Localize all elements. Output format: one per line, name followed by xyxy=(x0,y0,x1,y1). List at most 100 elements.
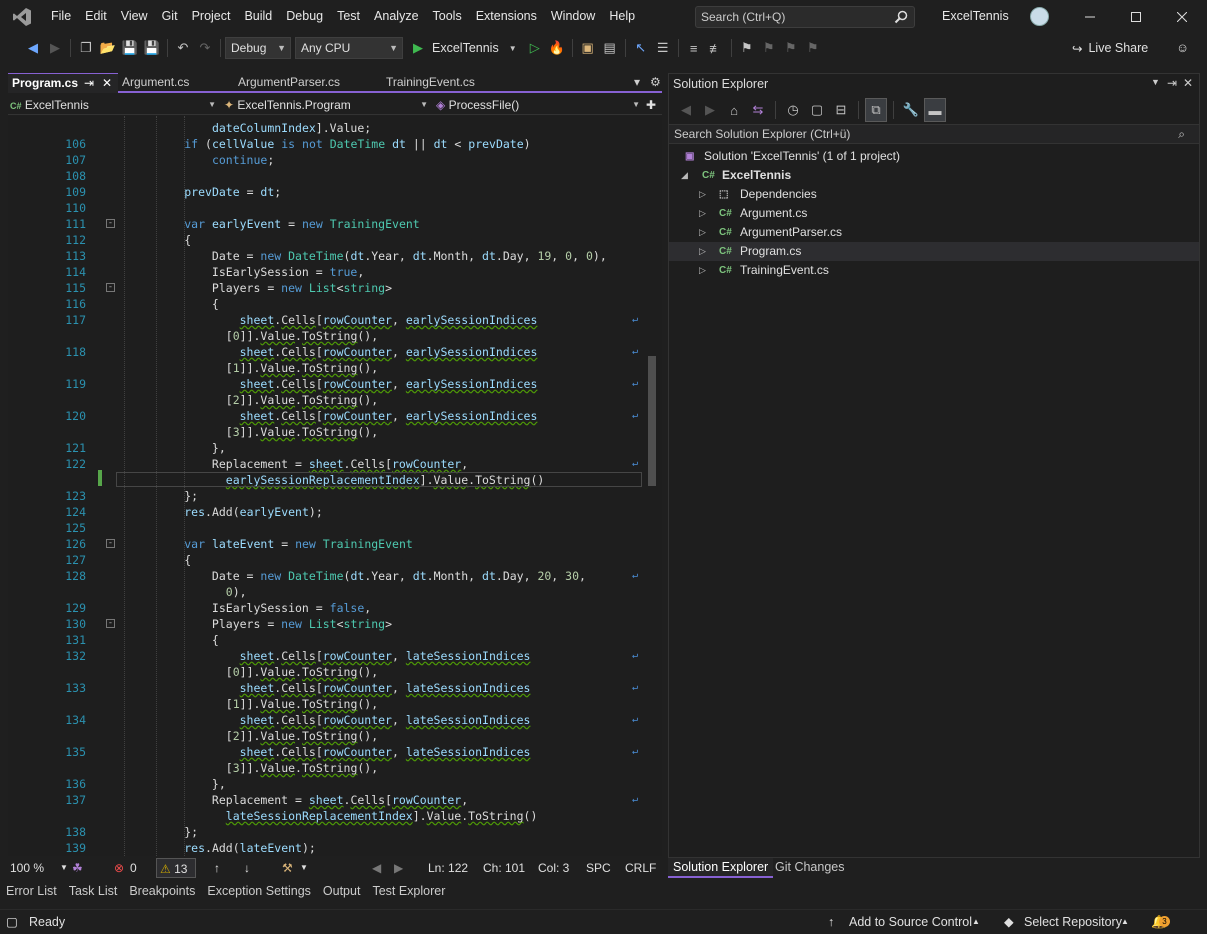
code-line[interactable]: 133 sheet.Cells[rowCounter, lateSessionI… xyxy=(8,680,648,696)
menu-edit[interactable]: Edit xyxy=(78,0,114,33)
menu-file[interactable]: File xyxy=(44,0,78,33)
select-repository-button[interactable]: Select Repository xyxy=(1024,910,1122,934)
tree-trainingevent-cs[interactable]: ▷ C# TrainingEvent.cs xyxy=(669,261,1199,280)
expanded-icon[interactable]: ◢ xyxy=(681,166,688,185)
intellicode-icon[interactable]: ☘ xyxy=(72,858,83,878)
project-dropdown[interactable]: C# ExcelTennis ▼ xyxy=(10,96,216,114)
code-line[interactable]: 131 { xyxy=(8,632,648,648)
menu-tools[interactable]: Tools xyxy=(426,0,469,33)
error-count[interactable]: 0 xyxy=(130,858,137,878)
tree-project[interactable]: ◢ C# ExcelTennis xyxy=(669,166,1199,185)
switch-views-icon[interactable]: ⇆ xyxy=(747,98,769,122)
tab-output[interactable]: Output xyxy=(317,881,367,902)
maximize-button[interactable] xyxy=(1113,0,1159,33)
member-dropdown[interactable]: ◈ ProcessFile() ▼ xyxy=(436,96,640,114)
code-line[interactable]: 112 { xyxy=(8,232,648,248)
warnings-indicator[interactable]: ⚠ 13 xyxy=(156,858,196,878)
forward-icon[interactable]: ▶ xyxy=(699,98,721,122)
solution-explorer-search[interactable]: Search Solution Explorer (Ctrl+ü) ⌕ xyxy=(669,124,1199,144)
new-project-icon[interactable]: ❐ xyxy=(75,36,97,60)
collapsed-icon[interactable]: ▷ xyxy=(699,185,706,204)
code-line[interactable]: [0]].Value.ToString(), xyxy=(8,328,648,344)
collapsed-icon[interactable]: ▷ xyxy=(699,261,706,280)
forward-icon[interactable]: ▶ xyxy=(44,36,66,60)
editor-scrollbar[interactable] xyxy=(646,116,658,856)
pin-icon[interactable]: ⇥ xyxy=(1167,76,1177,90)
save-all-icon[interactable]: 💾 xyxy=(141,36,163,60)
clear-bookmarks-icon[interactable]: ⚑ xyxy=(802,36,824,60)
collapsed-icon[interactable]: ▷ xyxy=(699,223,706,242)
prev-issue-icon[interactable]: ↑ xyxy=(214,858,220,878)
account-avatar[interactable] xyxy=(1030,7,1049,26)
pin-icon[interactable]: ⇥ xyxy=(84,74,94,93)
bookmark-icon[interactable]: ⚑ xyxy=(736,36,758,60)
collapsed-icon[interactable]: ▷ xyxy=(699,242,706,261)
tab-error-list[interactable]: Error List xyxy=(0,881,63,902)
comment-icon[interactable]: ≡ xyxy=(683,36,705,60)
gear-icon[interactable]: ⚙ xyxy=(646,73,661,93)
code-line[interactable]: 137 Replacement = sheet.Cells[rowCounter… xyxy=(8,792,648,808)
code-line[interactable]: 126 - var lateEvent = new TrainingEvent xyxy=(8,536,648,552)
feedback-icon[interactable]: ☺ xyxy=(1176,41,1189,55)
menu-project[interactable]: Project xyxy=(185,0,238,33)
chevron-down-icon[interactable]: ▼ xyxy=(300,858,308,878)
search-input[interactable]: Search (Ctrl+Q) xyxy=(695,6,915,28)
tree-argument-cs[interactable]: ▷ C# Argument.cs xyxy=(669,204,1199,223)
code-line[interactable]: 115- Players = new List<string> xyxy=(8,280,648,296)
code-line[interactable]: 111 - var earlyEvent = new TrainingEvent xyxy=(8,216,648,232)
back-icon[interactable]: ◀ xyxy=(675,98,697,122)
show-all-files-icon[interactable]: ⧉ xyxy=(865,98,887,122)
code-line[interactable]: 114 IsEarlySession = true, xyxy=(8,264,648,280)
scroll-right-icon[interactable]: ▶ xyxy=(394,858,403,878)
collapse-icon[interactable]: - xyxy=(106,619,115,628)
code-line[interactable]: 107 continue; xyxy=(8,152,648,168)
code-line[interactable]: 108 xyxy=(8,168,648,184)
code-line[interactable]: 109 prevDate = dt; xyxy=(8,184,648,200)
code-line[interactable]: 138 }; xyxy=(8,824,648,840)
scrollbar-thumb[interactable] xyxy=(648,356,656,486)
code-line[interactable]: [2]].Value.ToString(), xyxy=(8,392,648,408)
column-number[interactable]: Col: 3 xyxy=(538,858,569,878)
tab-solution-explorer[interactable]: Solution Explorer xyxy=(668,858,774,878)
open-file-icon[interactable]: 📂 xyxy=(97,36,119,60)
code-line[interactable]: 121 }, xyxy=(8,440,648,456)
scroll-left-icon[interactable]: ◀ xyxy=(372,858,381,878)
back-icon[interactable]: ◀ xyxy=(22,36,44,60)
menu-debug[interactable]: Debug xyxy=(279,0,330,33)
folder-icon[interactable]: ▣ xyxy=(577,36,599,60)
tab-overflow-icon[interactable]: ▾ xyxy=(630,73,644,93)
tree-dependencies[interactable]: ▷ ⬚ Dependencies xyxy=(669,185,1199,204)
chevron-down-icon[interactable]: ▼ xyxy=(60,858,68,878)
menu-view[interactable]: View xyxy=(114,0,155,33)
uncomment-icon[interactable]: ≢ xyxy=(705,36,727,60)
chevron-up-icon[interactable]: ▲ xyxy=(1121,910,1129,934)
split-editor-icon[interactable]: ✚ xyxy=(646,96,660,114)
code-line[interactable]: [3]].Value.ToString(), xyxy=(8,424,648,440)
code-line[interactable]: 132 sheet.Cells[rowCounter, lateSessionI… xyxy=(8,648,648,664)
save-icon[interactable]: 💾 xyxy=(119,36,141,60)
prev-bookmark-icon[interactable]: ⚑ xyxy=(758,36,780,60)
bookmark-panel-icon[interactable]: ☰ xyxy=(652,36,674,60)
code-line[interactable]: 128 Date = new DateTime(dt.Year, dt.Mont… xyxy=(8,568,648,584)
tab-trainingevent-cs[interactable]: TrainingEvent.cs xyxy=(382,73,542,93)
layout-icon[interactable]: ▤ xyxy=(599,36,621,60)
redo-icon[interactable]: ↷ xyxy=(194,36,216,60)
hot-reload-icon[interactable]: 🔥 xyxy=(546,36,568,60)
code-line[interactable]: 118 sheet.Cells[rowCounter, earlySession… xyxy=(8,344,648,360)
class-dropdown[interactable]: ✦ ExcelTennis.Program ▼ xyxy=(224,96,428,114)
menu-build[interactable]: Build xyxy=(237,0,279,33)
menu-analyze[interactable]: Analyze xyxy=(367,0,425,33)
code-line[interactable]: 125 xyxy=(8,520,648,536)
code-line[interactable]: 0), xyxy=(8,584,648,600)
code-line[interactable]: lateSessionReplacementIndex].Value.ToStr… xyxy=(8,808,648,824)
collapse-icon[interactable]: - xyxy=(106,283,115,292)
menu-test[interactable]: Test xyxy=(330,0,367,33)
platform-dropdown[interactable]: Any CPU ▼ xyxy=(295,37,403,59)
code-line[interactable]: 110 xyxy=(8,200,648,216)
code-line[interactable]: 129 IsEarlySession = false, xyxy=(8,600,648,616)
tree-program-cs[interactable]: ▷ C# Program.cs xyxy=(669,242,1199,261)
tab-git-changes[interactable]: Git Changes xyxy=(770,858,849,878)
panel-menu-icon[interactable]: ▼ xyxy=(1151,77,1160,87)
code-line[interactable]: [3]].Value.ToString(), xyxy=(8,760,648,776)
tab-task-list[interactable]: Task List xyxy=(63,881,124,902)
